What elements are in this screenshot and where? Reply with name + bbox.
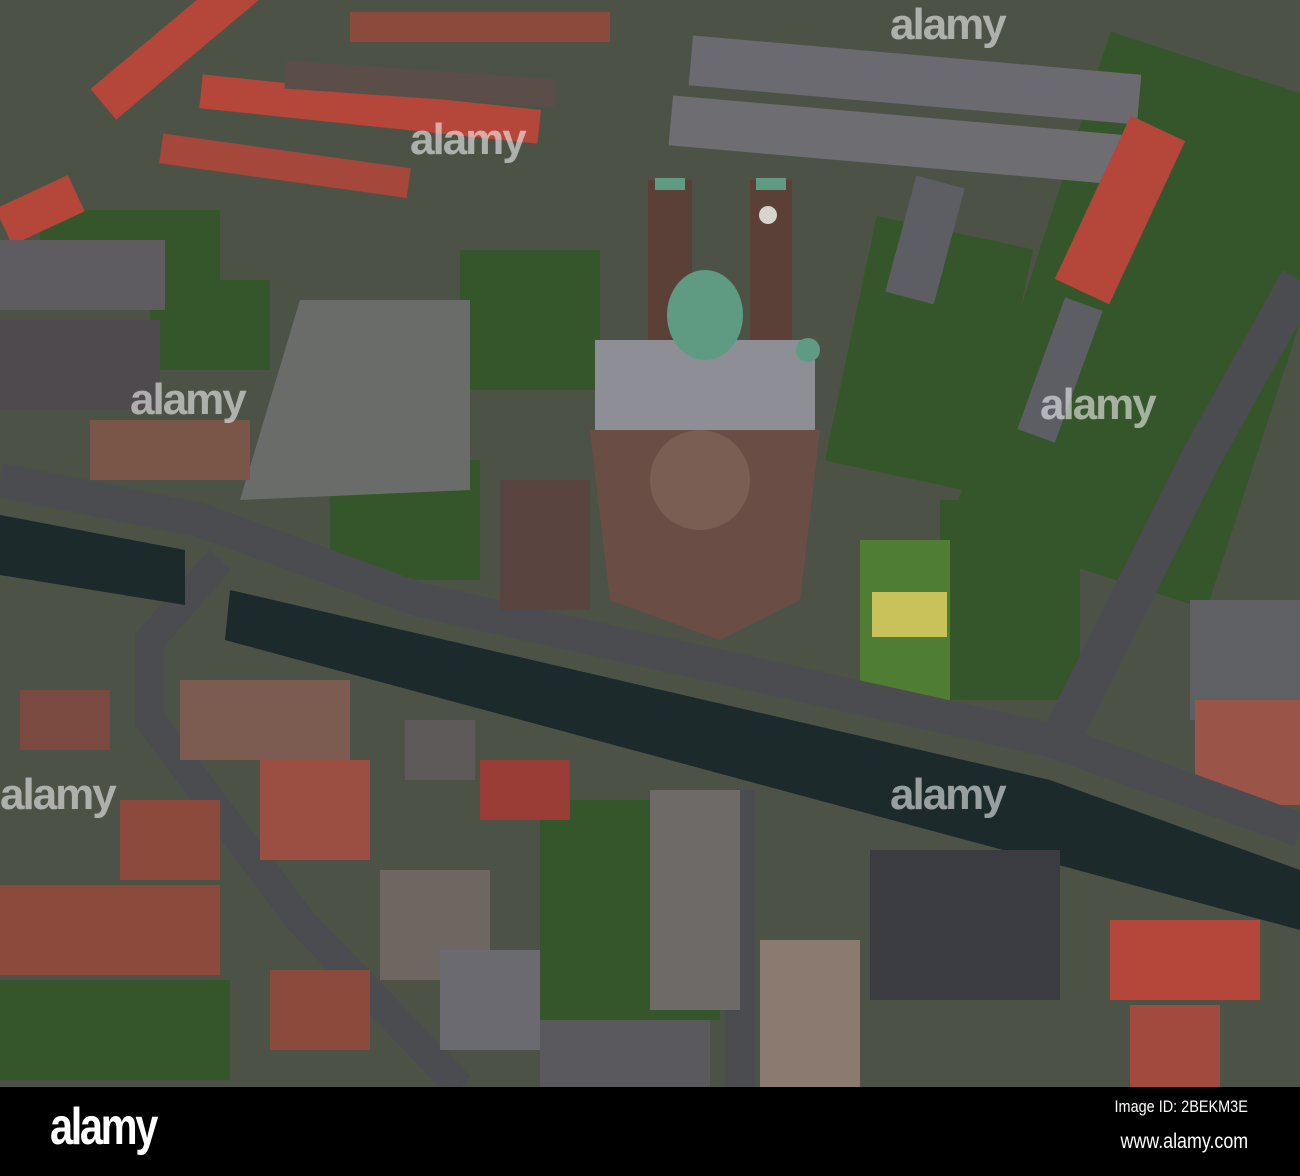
footer-bar: alamy Image ID: 2BEKM3E www.alamy.com <box>0 1087 1300 1176</box>
alamy-logo: alamy <box>50 1098 158 1156</box>
clock <box>759 206 777 224</box>
watermark: alamy <box>890 0 1007 49</box>
aerial-photo-cathedral <box>0 0 1300 1087</box>
image-id: Image ID: 2BEKM3E <box>1114 1097 1248 1116</box>
watermark: alamy <box>0 770 117 819</box>
flowerbed <box>872 592 947 637</box>
dome <box>667 270 743 360</box>
watermark: alamy <box>410 115 527 164</box>
watermark: alamy <box>1040 380 1157 429</box>
stock-photo: alamy alamy alamy alamy alamy alamy alam… <box>0 0 1300 1176</box>
site-url: www.alamy.com <box>1120 1130 1248 1153</box>
watermark: alamy <box>890 770 1007 819</box>
watermark: alamy <box>130 375 247 424</box>
